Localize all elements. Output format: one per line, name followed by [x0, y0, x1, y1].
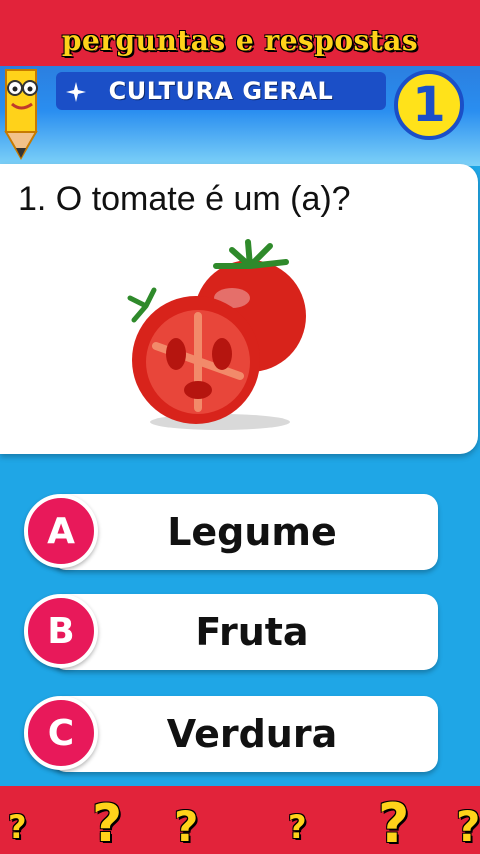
answer-label: Legume — [167, 510, 337, 554]
channel-title: perguntas e respostas — [61, 24, 419, 57]
answer-letter-c[interactable]: C — [24, 696, 98, 770]
level-badge: 1 — [394, 70, 464, 140]
question-mark-icon: ? — [378, 792, 410, 854]
question-mark-icon: ? — [92, 794, 123, 854]
question-mark-icon: ? — [288, 808, 307, 846]
answer-letter-b[interactable]: B — [24, 594, 98, 668]
question-mark-icon: ? — [8, 808, 27, 846]
question-mark-icon: ? — [174, 802, 199, 851]
answer-option-a[interactable]: Legume — [52, 494, 438, 570]
tomato-image — [127, 239, 306, 430]
answer-label: Fruta — [195, 610, 309, 654]
answer-letter-a[interactable]: A — [24, 494, 98, 568]
category-banner: CULTURA GERAL — [56, 72, 386, 110]
answer-option-b[interactable]: Fruta — [52, 594, 438, 670]
question-mark-icon: ? — [456, 802, 480, 851]
sparkle-icon — [66, 82, 86, 102]
answer-option-c[interactable]: Verdura — [52, 696, 438, 772]
pencil-mascot-icon — [4, 69, 38, 161]
answer-label: Verdura — [166, 712, 338, 756]
bottom-banner: ? ? ? ? ? ? — [0, 786, 480, 854]
question-text: 1. O tomate é um (a)? — [18, 180, 351, 218]
